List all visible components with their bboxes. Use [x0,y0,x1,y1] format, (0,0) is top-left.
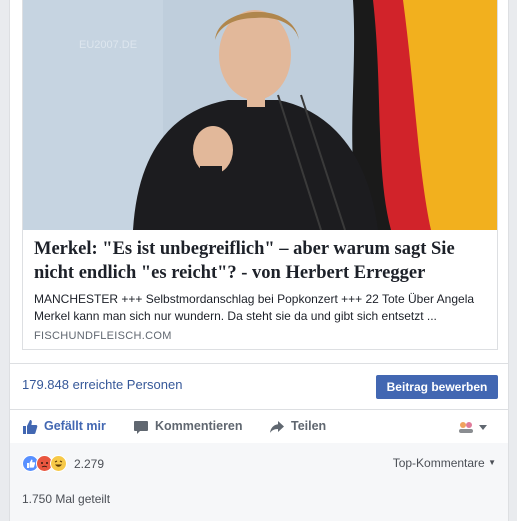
article-domain: FISCHUNDFLEISCH.COM [34,330,172,342]
reach-link[interactable]: 179.848 erreichte Personen [22,377,182,392]
reaction-count: 2.279 [74,456,105,471]
like-label: Gefällt mir [44,419,106,433]
audience-selector[interactable] [458,410,494,443]
link-preview[interactable]: EU2007.DE EU2007.DE Merkel: "Es ist unbe… [22,0,498,350]
comment-icon [134,420,148,434]
article-photo[interactable]: EU2007.DE EU2007.DE [23,0,497,230]
comment-sort-label: Top-Kommentare [392,456,485,470]
reaction-summary[interactable]: 2.279 [22,455,104,472]
article-description: MANCHESTER +++ Selbstmordanschlag bei Po… [34,292,475,323]
audience-avatar-icon [459,421,487,433]
haha-icon [50,455,67,472]
watermark-text: EU2007.DE [79,39,137,51]
share-count-link[interactable]: 1.750 Mal geteilt [22,492,110,506]
article-headline[interactable]: Merkel: "Es ist unbegreiflich" – aber wa… [34,237,490,285]
share-button[interactable]: Teilen [269,410,326,443]
caret-down-icon: ▼ [488,458,496,467]
comment-button[interactable]: Kommentieren [133,410,243,443]
shares-row: 1.750 Mal geteilt [10,481,508,521]
comment-sort-dropdown[interactable]: Top-Kommentare ▼ [393,456,496,470]
action-bar: Gefällt mir Kommentieren Teilen [10,410,508,443]
divider [10,363,508,364]
reactions-row: 2.279 Top-Kommentare ▼ [10,443,508,481]
share-label: Teilen [291,419,327,433]
thumbs-up-icon [23,419,38,434]
post-card: EU2007.DE EU2007.DE Merkel: "Es ist unbe… [9,0,509,521]
speaker-face [219,10,291,100]
comment-label: Kommentieren [155,419,243,433]
article-photo-illustration: EU2007.DE EU2007.DE [23,0,497,230]
like-button[interactable]: Gefällt mir [22,410,106,443]
boost-post-button[interactable]: Beitrag bewerben [376,375,498,399]
share-arrow-icon [270,420,284,433]
